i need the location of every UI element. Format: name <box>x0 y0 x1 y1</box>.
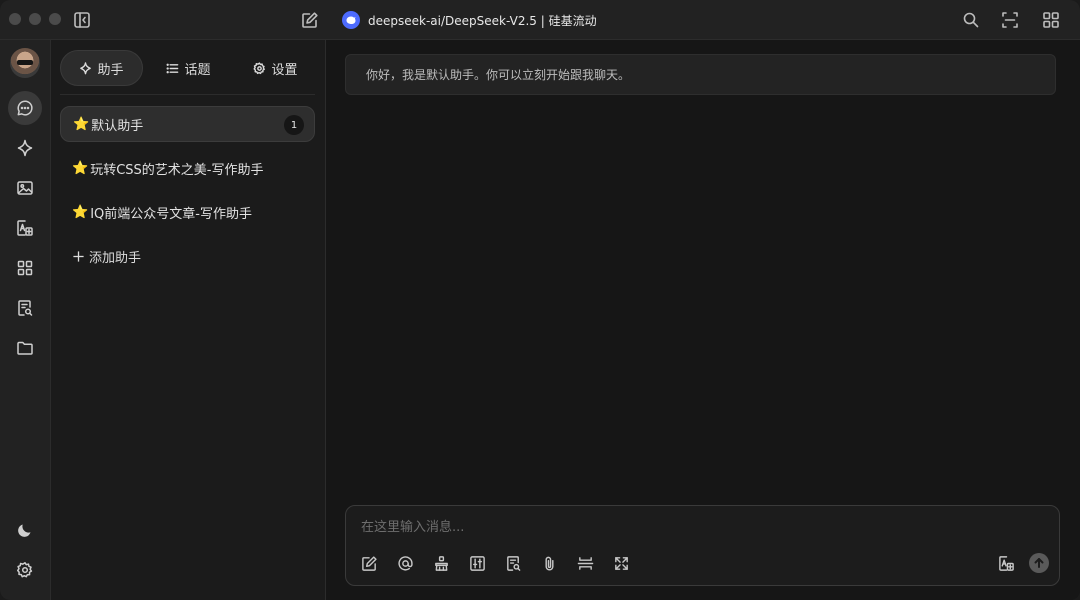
assistant-label: 玩转CSS的艺术之美-写作助手 <box>90 162 264 178</box>
star-icon: ⭐ <box>72 160 89 176</box>
image-icon <box>17 181 33 195</box>
assistant-item-css-writer[interactable]: ⭐ 玩转CSS的艺术之美-写作助手 <box>60 150 315 186</box>
add-assistant-label: 添加助手 <box>89 250 142 266</box>
expand-icon[interactable] <box>611 553 631 573</box>
window-close-button[interactable] <box>9 13 21 25</box>
send-icon <box>1034 558 1044 568</box>
assistant-label: IQ前端公众号文章-写作助手 <box>90 206 252 222</box>
chat-bubble-icon <box>17 100 33 116</box>
rail-theme-button[interactable] <box>8 513 42 547</box>
assistant-item-iq-writer[interactable]: ⭐ IQ前端公众号文章-写作助手 <box>60 194 315 230</box>
tab-topics[interactable]: 话题 <box>147 50 230 86</box>
avatar[interactable] <box>10 48 40 78</box>
plus-icon <box>73 250 84 262</box>
rail-chat-button[interactable] <box>8 91 42 125</box>
knowledge-base-icon[interactable] <box>503 553 523 573</box>
send-button[interactable] <box>1029 553 1049 573</box>
model-title: deepseek-ai/DeepSeek-V2.5 | 硅基流动 <box>342 10 597 30</box>
rail-translate-button[interactable] <box>8 211 42 245</box>
app-window: deepseek-ai/DeepSeek-V2.5 | 硅基流动 助手 话题 设… <box>0 0 1080 600</box>
message-input[interactable] <box>361 517 961 537</box>
sparkle-icon <box>17 139 33 157</box>
tabs-divider <box>60 94 315 95</box>
sidebar-toggle-icon[interactable] <box>73 11 91 29</box>
rail-apps-button[interactable] <box>8 251 42 285</box>
left-rail <box>0 40 51 600</box>
folder-icon <box>17 341 33 355</box>
moon-icon <box>18 524 31 537</box>
add-assistant-button[interactable]: 添加助手 <box>60 238 315 274</box>
divider-icon[interactable] <box>575 553 595 573</box>
apps-grid-icon <box>17 260 33 276</box>
rail-files-button[interactable] <box>8 331 42 365</box>
search-icon[interactable] <box>962 11 980 29</box>
window-zoom-button[interactable] <box>49 13 61 25</box>
tab-assistants[interactable]: 助手 <box>60 50 143 86</box>
sparkle-icon <box>80 61 92 74</box>
rail-knowledge-button[interactable] <box>8 291 42 325</box>
title-bar: deepseek-ai/DeepSeek-V2.5 | 硅基流动 <box>0 0 1080 40</box>
translate-icon[interactable] <box>996 553 1016 573</box>
gear-icon <box>253 61 266 74</box>
apps-grid-icon[interactable] <box>1042 11 1060 29</box>
clear-broom-icon[interactable] <box>431 553 451 573</box>
rail-painting-button[interactable] <box>8 171 42 205</box>
chat-area: 你好，我是默认助手。你可以立刻开始跟我聊天。 <box>326 40 1080 600</box>
translate-icon <box>17 220 33 236</box>
rail-settings-button[interactable] <box>8 553 42 587</box>
tab-label: 话题 <box>184 62 211 78</box>
deepseek-logo-icon <box>342 11 360 29</box>
topic-count-badge: 1 <box>284 115 304 135</box>
greeting-message: 你好，我是默认助手。你可以立刻开始跟我聊天。 <box>345 54 1056 95</box>
tab-settings[interactable]: 设置 <box>234 50 317 86</box>
assistant-item-default[interactable]: ⭐ 默认助手 1 <box>60 106 315 142</box>
message-composer <box>345 505 1060 586</box>
greeting-text: 你好，我是默认助手。你可以立刻开始跟我聊天。 <box>366 68 631 82</box>
rail-agents-button[interactable] <box>8 131 42 165</box>
star-icon: ⭐ <box>73 116 90 132</box>
list-icon <box>166 63 179 73</box>
window-minimize-button[interactable] <box>29 13 41 25</box>
gear-icon <box>16 562 33 578</box>
layout-icon[interactable] <box>1001 11 1019 29</box>
attachment-icon[interactable] <box>539 553 559 573</box>
at-mention-icon[interactable] <box>395 553 415 573</box>
adjust-settings-icon[interactable] <box>467 553 487 573</box>
model-title-text: deepseek-ai/DeepSeek-V2.5 | 硅基流动 <box>368 13 597 28</box>
document-search-icon <box>18 300 33 316</box>
tab-label: 助手 <box>97 62 124 78</box>
assistant-label: 默认助手 <box>91 118 144 134</box>
assistant-panel: 助手 话题 设置 ⭐ 默认助手 1 ⭐ 玩转CSS的艺术之美-写作助手 ⭐ IQ… <box>51 40 326 600</box>
new-chat-icon[interactable] <box>301 11 319 29</box>
new-topic-icon[interactable] <box>359 553 379 573</box>
star-icon: ⭐ <box>72 204 89 220</box>
tab-label: 设置 <box>271 62 298 78</box>
panel-tabs: 助手 话题 设置 <box>60 50 317 86</box>
